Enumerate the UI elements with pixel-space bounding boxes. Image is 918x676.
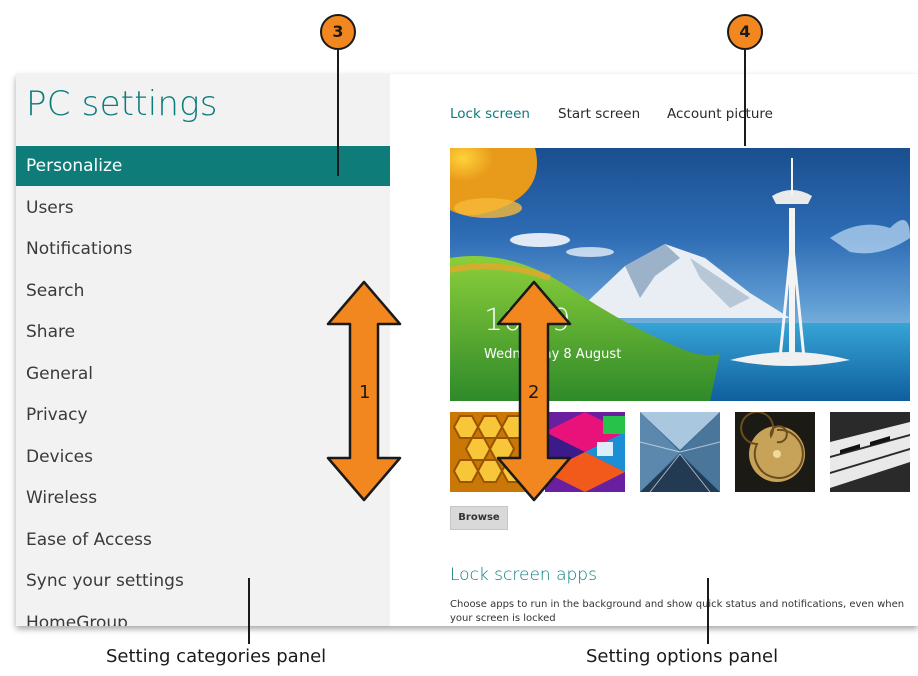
sidebar-item-users[interactable]: Users	[16, 188, 390, 228]
tunnel-thumbnail[interactable]	[640, 412, 720, 492]
sidebar-item-personalize[interactable]: Personalize	[16, 146, 390, 186]
piano-keys-thumbnail[interactable]	[830, 412, 910, 492]
sidebar-item-sync-your-settings[interactable]: Sync your settings	[16, 561, 390, 601]
pc-settings-window: PC settings Personalize Users Notification…	[16, 74, 918, 626]
tab-start-screen[interactable]: Start screen	[558, 106, 640, 122]
left-panel-caption: Setting categories panel	[106, 646, 327, 667]
arrow-2-label: 2	[528, 382, 540, 403]
setting-options-panel: Lock screen Start screen Account picture	[390, 74, 918, 626]
sidebar-item-notifications[interactable]: Notifications	[16, 229, 390, 269]
tab-lock-screen[interactable]: Lock screen	[450, 106, 530, 122]
tab-account-picture[interactable]: Account picture	[667, 106, 773, 122]
browse-button[interactable]: Browse	[450, 506, 508, 530]
nautilus-thumbnail[interactable]	[735, 412, 815, 492]
lock-screen-apps-description: Choose apps to run in the background and…	[450, 599, 905, 624]
left-caption-leader	[248, 578, 250, 644]
sidebar-item-ease-of-access[interactable]: Ease of Access	[16, 520, 390, 560]
arrow-1-label: 1	[359, 382, 371, 403]
lock-screen-apps-heading: Lock screen apps	[450, 565, 597, 585]
callout-4-leader	[744, 50, 746, 146]
right-panel-caption: Setting options panel	[586, 646, 779, 667]
page-title: PC settings	[26, 84, 218, 124]
right-caption-leader	[707, 578, 709, 644]
callout-4: 4	[727, 14, 763, 50]
callout-3: 3	[320, 14, 356, 50]
callout-3-leader	[337, 50, 339, 176]
sidebar-item-homegroup[interactable]: HomeGroup	[16, 603, 390, 627]
